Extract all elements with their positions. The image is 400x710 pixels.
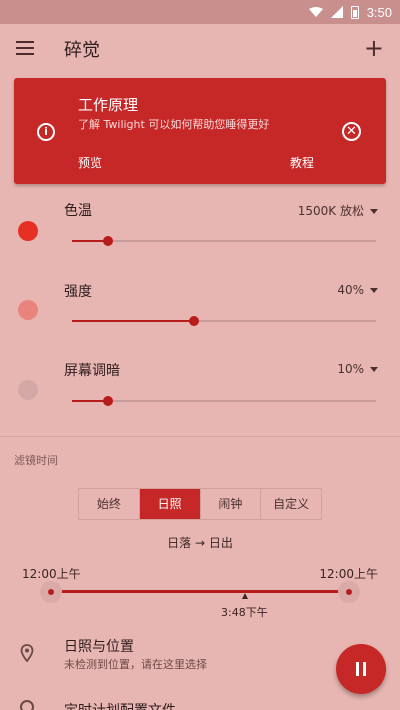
signal-icon: [330, 6, 343, 18]
timeline-track: [50, 590, 350, 593]
info-icon: i: [37, 123, 55, 141]
chevron-down-icon: [370, 288, 378, 293]
slider-thumb[interactable]: [188, 316, 199, 326]
schedule-mode-selector: 始终 日照 闹钟 自定义: [78, 488, 322, 520]
tutorial-button[interactable]: 教程: [290, 154, 314, 171]
add-icon[interactable]: +: [364, 36, 384, 60]
section-divider: [0, 436, 400, 437]
start-time-handle[interactable]: [40, 581, 62, 603]
chevron-down-icon: [370, 367, 378, 372]
intensity-dropdown[interactable]: 40%: [337, 283, 378, 297]
intensity-slider[interactable]: [72, 314, 376, 328]
intensity-dot: [18, 300, 38, 320]
screen-dim-dot: [18, 380, 38, 400]
battery-icon: [350, 5, 359, 19]
status-bar: 3:50: [0, 0, 400, 24]
location-pin-icon: [20, 644, 34, 662]
color-temperature-dot: [18, 221, 38, 241]
setting-label: 屏幕调暗: [64, 363, 120, 379]
how-it-works-card: i 工作原理 了解 Twilight 可以如何帮助您睡得更好 ✕ 预览 教程: [14, 78, 386, 184]
schedule-profile-item[interactable]: 定时计划配置文件: [64, 700, 176, 710]
card-subtitle: 了解 Twilight 可以如何帮助您睡得更好: [78, 118, 270, 131]
clock-icon: [20, 700, 34, 710]
app-bar: 碎觉 +: [0, 24, 400, 72]
location-title[interactable]: 日照与位置: [64, 636, 134, 656]
current-time-label: 3:48下午: [221, 606, 268, 619]
card-title: 工作原理: [78, 96, 139, 114]
current-time-marker: [242, 593, 248, 599]
color-temperature-slider[interactable]: [72, 234, 376, 248]
schedule-range-text: 日落 → 日出: [167, 536, 233, 550]
close-icon[interactable]: ✕: [342, 122, 361, 141]
schedule-option-sun[interactable]: 日照: [139, 489, 201, 519]
setting-label: 色温: [64, 203, 92, 219]
section-title: 滤镜时间: [14, 454, 58, 467]
pause-button[interactable]: [336, 644, 386, 694]
menu-icon[interactable]: [16, 41, 34, 55]
end-time-handle[interactable]: [338, 581, 360, 603]
screen-dim-slider[interactable]: [72, 394, 376, 408]
setting-label: 强度: [64, 284, 92, 300]
preview-button[interactable]: 预览: [78, 154, 102, 171]
slider-thumb[interactable]: [103, 396, 114, 406]
schedule-option-always[interactable]: 始终: [79, 489, 140, 519]
schedule-option-alarm[interactable]: 闹钟: [201, 489, 262, 519]
schedule-option-custom[interactable]: 自定义: [261, 489, 321, 519]
status-time: 3:50: [366, 4, 392, 20]
pause-icon: [356, 662, 359, 676]
schedule-timeline: [40, 580, 360, 604]
slider-thumb[interactable]: [103, 236, 114, 246]
chevron-down-icon: [370, 209, 378, 214]
location-subtitle[interactable]: 未检测到位置，请在这里选择: [64, 656, 207, 672]
app-title: 碎觉: [64, 40, 100, 61]
color-temperature-dropdown[interactable]: 1500K 放松: [298, 202, 378, 219]
screen-dim-dropdown[interactable]: 10%: [337, 362, 378, 376]
wifi-icon: [308, 7, 323, 17]
status-icons: 3:50: [308, 4, 392, 20]
